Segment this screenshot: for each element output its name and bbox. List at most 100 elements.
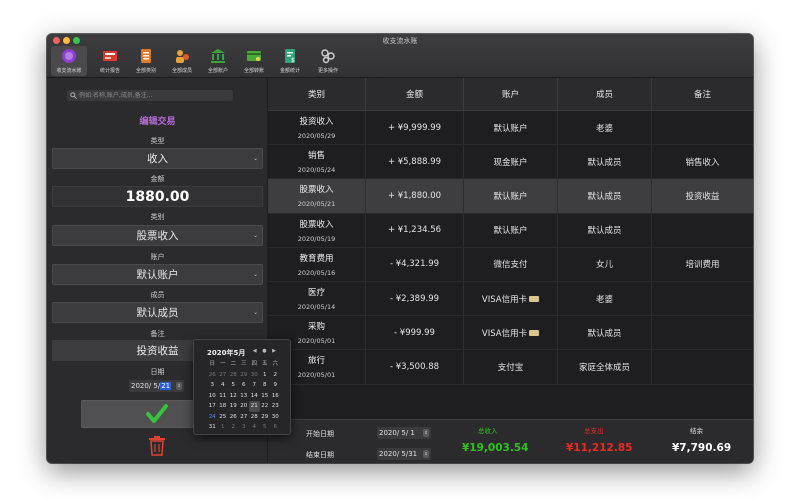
calendar-day[interactable]: 2 [228,422,239,433]
weekday-label: 一 [219,361,226,367]
calendar-nav[interactable]: ◀ ● ▶ [253,348,278,354]
column-header-note[interactable]: 备注 [652,78,753,110]
date-field[interactable]: 2020/ 5/21 ⇕ [129,380,184,392]
end-date-stepper[interactable]: ⇕ [423,450,429,458]
calendar-day[interactable]: 28 [249,412,260,423]
category-cell: 股票收入 2020/05/19 [268,213,366,247]
calendar-week: 17 18 19 20 21 22 23 [207,401,281,412]
amount-cell: + ¥5,888.99 [366,145,464,179]
calendar-day[interactable]: 27 [218,370,229,381]
account-select[interactable]: 默认账户 ⌄ [52,264,263,285]
start-date-stepper[interactable]: ⇕ [423,429,429,437]
calendar-day[interactable]: 30 [249,370,260,381]
calendar-grid: 日 一 二 三 四 五 六 26 27 28 29 30 1 2 3 4 5 6… [207,359,281,433]
calendar-day[interactable]: 6 [270,422,281,433]
calendar-day[interactable]: 3 [239,422,250,433]
calendar-day[interactable]: 7 [249,380,260,391]
amount-field[interactable]: 1880.00 [52,186,263,207]
calendar-day[interactable]: 28 [228,370,239,381]
start-date-label: 开始日期 [306,430,334,438]
calendar-week: 10 11 12 13 14 15 16 [207,391,281,402]
member-cell: 女儿 [558,247,652,281]
calendar-day-today[interactable]: 24 [207,412,218,423]
member-select[interactable]: 默认成员 ⌄ [52,302,263,323]
column-header-category[interactable]: 类别 [268,78,366,110]
calendar-day[interactable]: 16 [270,391,281,402]
toolbar-more[interactable]: 更多操作 [310,46,346,76]
calendar-day[interactable]: 10 [207,391,218,402]
calendar-day[interactable]: 31 [207,422,218,433]
calendar-day[interactable]: 1 [260,370,271,381]
date-stepper[interactable]: ⇕ [176,382,182,390]
table-row[interactable]: 股票收入 2020/05/19 + ¥1,234.56 默认账户 默认成员 [268,213,753,248]
toolbar-amount-stats[interactable]: $ 金额统计 [272,46,308,76]
calendar-day[interactable]: 12 [228,391,239,402]
calendar-day[interactable]: 23 [270,401,281,412]
calendar-week: 31 1 2 3 4 5 6 [207,422,281,433]
calendar-day[interactable]: 29 [239,370,250,381]
column-header-member[interactable]: 成员 [558,78,652,110]
calendar-day[interactable]: 26 [207,370,218,381]
table-row[interactable]: 采购 2020/05/01 - ¥999.99 VISA信用卡 默认成员 [268,316,753,351]
calendar-day[interactable]: 9 [270,380,281,391]
note-label: 备注 [150,330,165,338]
toolbar-report[interactable]: 统计报告 [92,46,128,76]
calendar-day-selected[interactable]: 21 [249,401,260,412]
search-input[interactable] [79,92,229,99]
trash-icon[interactable] [148,436,166,456]
calendar-day[interactable]: 27 [239,412,250,423]
account-cell: VISA信用卡 [464,281,558,316]
calendar-day[interactable]: 8 [260,380,271,391]
calendar-day[interactable]: 22 [260,401,271,412]
column-header-account[interactable]: 账户 [464,78,558,110]
transaction-date: 2020/05/29 [297,132,336,141]
calendar-day[interactable]: 17 [207,401,218,412]
category-label: 类别 [150,213,165,221]
type-select[interactable]: 收入 ⌄ [52,148,263,169]
toolbar-ledger[interactable]: 收支流水账 [51,46,87,76]
calendar-day[interactable]: 20 [239,401,250,412]
calendar-day[interactable]: 30 [270,412,281,423]
table-row-selected[interactable]: 股票收入 2020/05/21 + ¥1,880.00 默认账户 默认成员 投资… [268,179,753,214]
category-cell: 投资收入 2020/05/29 [268,111,366,145]
calendar-day[interactable]: 11 [218,391,229,402]
calendar-day[interactable]: 18 [218,401,229,412]
calendar-day[interactable]: 4 [218,380,229,391]
income-label: 总收入 [478,427,498,435]
calendar-day[interactable]: 2 [270,370,281,381]
account-cell: 支付宝 [464,350,558,384]
end-date-field[interactable]: 2020/ 5/31 ⇕ [377,448,431,460]
calendar-day[interactable]: 5 [228,380,239,391]
calendar-day[interactable]: 29 [260,412,271,423]
toolbar-members[interactable]: 全部成员 [164,46,200,76]
category-cell: 销售 2020/05/24 [268,145,366,179]
toolbar-categories[interactable]: 全部类别 [128,46,164,76]
column-header-amount[interactable]: 金额 [366,78,464,110]
calendar-day[interactable]: 25 [218,412,229,423]
date-day-segment[interactable]: 21 [160,382,172,390]
title-bar: 收支流水账 收支流水账 统计报告 全部类别 全部成员 全部账户 全部转账 $ 金… [47,34,753,78]
table-row[interactable]: 教育费用 2020/05/16 - ¥4,321.99 微信支付 女儿 培训费用 [268,247,753,282]
calendar-day[interactable]: 5 [260,422,271,433]
calendar-day[interactable]: 14 [249,391,260,402]
calendar-day[interactable]: 4 [249,422,260,433]
amount-cell: + ¥1,234.56 [366,213,464,247]
table-row[interactable]: 投资收入 2020/05/29 + ¥9,999.99 默认账户 老婆 [268,111,753,146]
table-row[interactable]: 销售 2020/05/24 + ¥5,888.99 现金账户 默认成员 销售收入 [268,145,753,180]
start-date-field[interactable]: 2020/ 5/ 1 ⇕ [377,427,431,439]
calendar-week: 24 25 26 27 28 29 30 [207,412,281,423]
toolbar-accounts[interactable]: 全部账户 [200,46,236,76]
search-field[interactable] [67,90,233,101]
calendar-day[interactable]: 6 [239,380,250,391]
calendar-day[interactable]: 19 [228,401,239,412]
category-select[interactable]: 股票收入 ⌄ [52,225,263,246]
calendar-day[interactable]: 15 [260,391,271,402]
account-cell: 默认账户 [464,111,558,145]
toolbar-transfers[interactable]: 全部转账 [236,46,272,76]
calendar-day[interactable]: 26 [228,412,239,423]
calendar-day[interactable]: 3 [207,380,218,391]
table-row[interactable]: 旅行 2020/05/01 - ¥3,500.88 支付宝 家庭全体成员 [268,350,753,385]
calendar-day[interactable]: 1 [218,422,229,433]
calendar-day[interactable]: 13 [239,391,250,402]
table-row[interactable]: 医疗 2020/05/14 - ¥2,389.99 VISA信用卡 老婆 [268,281,753,317]
